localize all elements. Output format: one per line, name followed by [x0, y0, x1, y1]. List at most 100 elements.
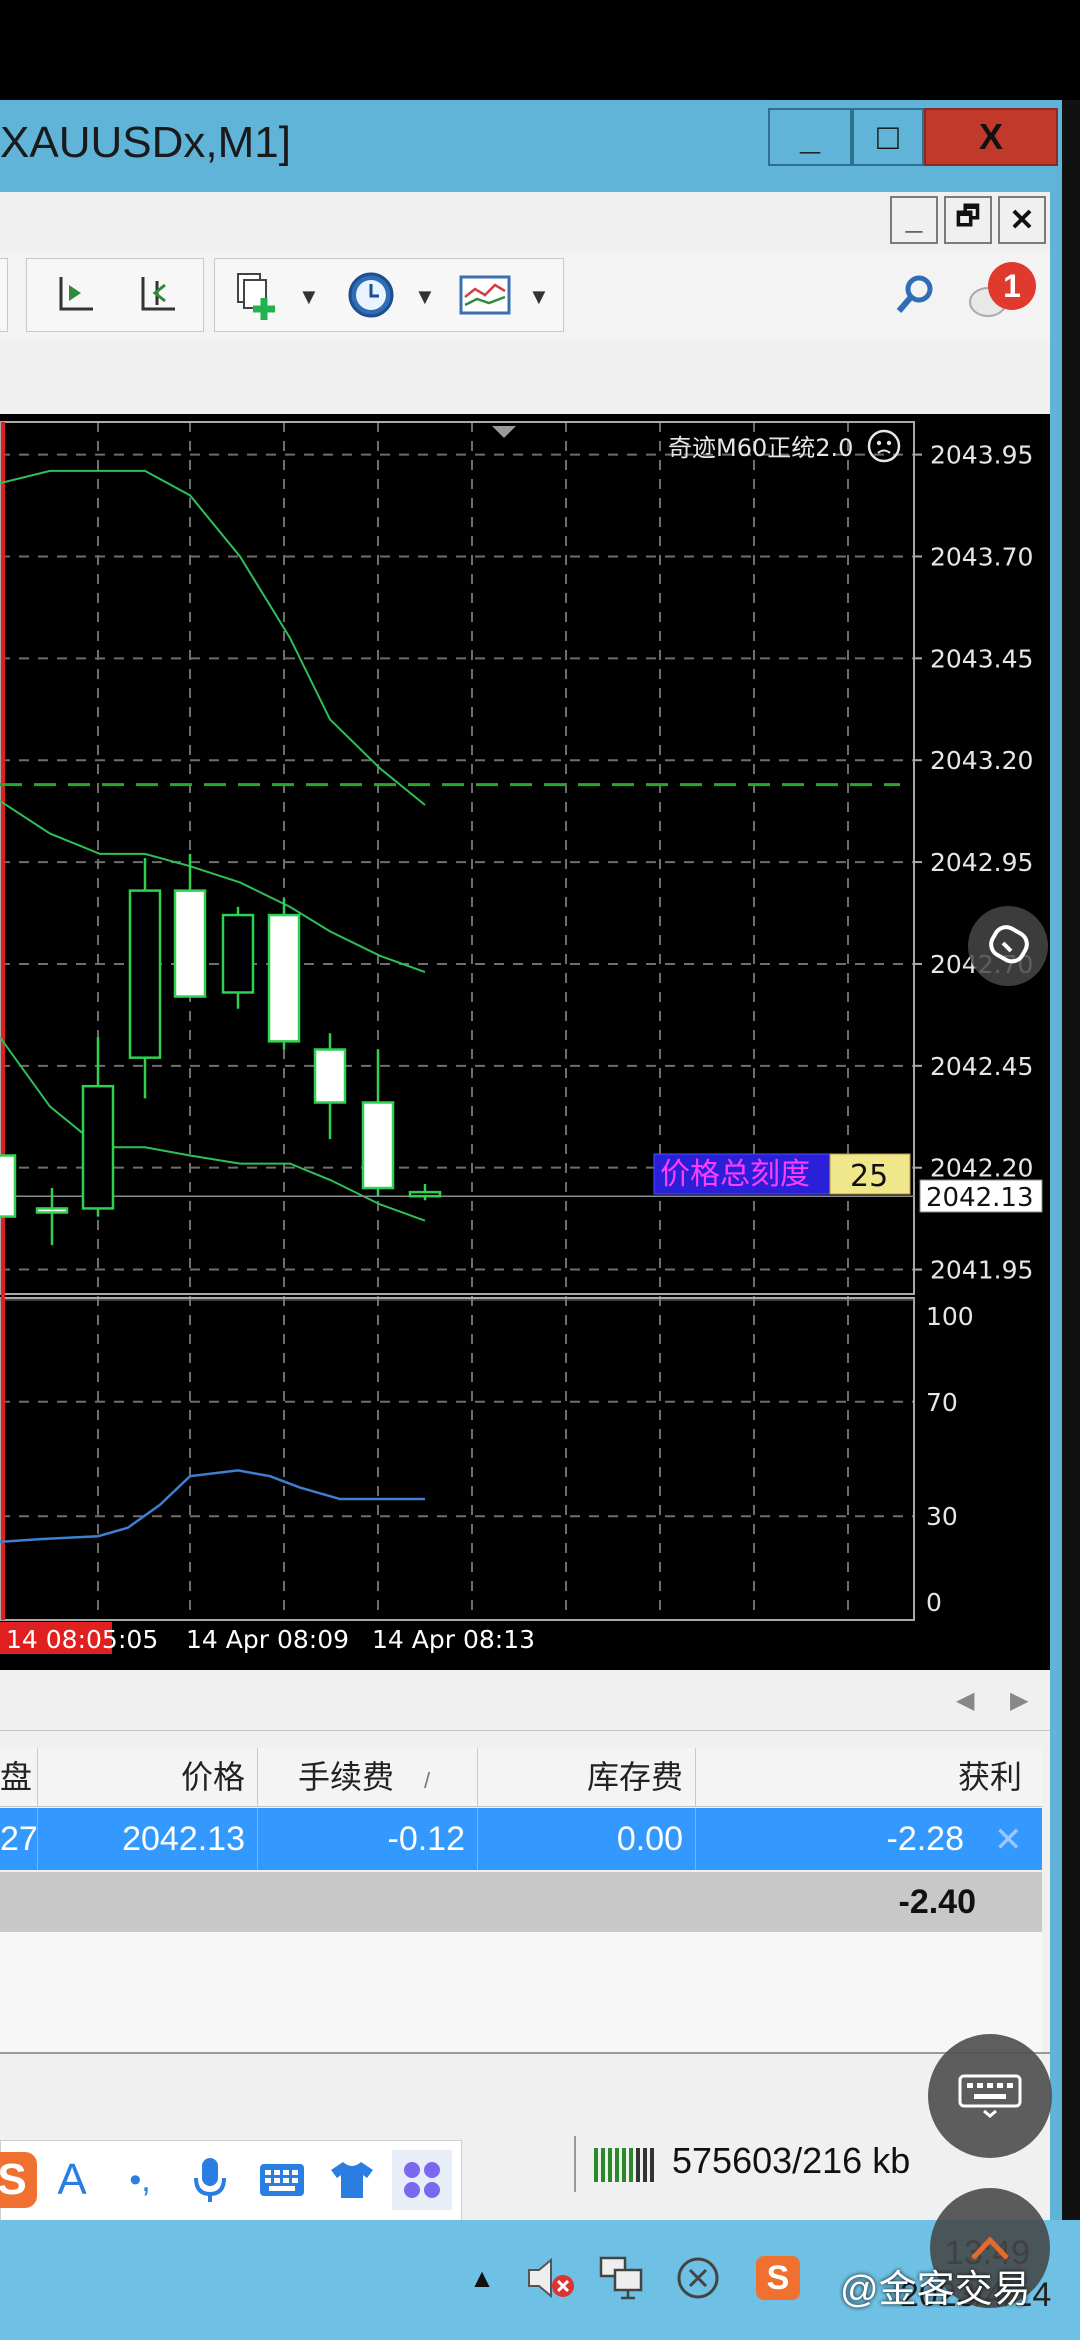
- price-scale-value: 25: [850, 1159, 888, 1194]
- ime-logo-icon[interactable]: S: [0, 2150, 42, 2210]
- time-label: 14 Apr 08:09: [186, 1625, 349, 1654]
- face-icon: [867, 429, 901, 463]
- price-tick-label: 2042.20: [930, 1154, 1033, 1183]
- close-button[interactable]: X: [924, 108, 1058, 166]
- price-tick-label: 2043.70: [930, 542, 1033, 571]
- oscillator-line: [0, 1469, 425, 1544]
- current-price-label: 2042.13: [926, 1183, 1034, 1213]
- candle: [408, 1183, 442, 1201]
- column-header-close-price[interactable]: 盘: [0, 1748, 38, 1806]
- candle: [173, 853, 207, 998]
- sort-indicator: /: [424, 1768, 431, 1793]
- chevron-down-icon[interactable]: ▼: [528, 284, 550, 310]
- keyboard-icon: [958, 2074, 1022, 2118]
- keyboard-icon[interactable]: [252, 2150, 312, 2210]
- indicator-label: 奇迹M60正统2.0: [668, 434, 853, 462]
- sogou-ime-tray-icon[interactable]: S: [752, 2252, 804, 2304]
- notifications-button[interactable]: 1: [966, 262, 1038, 324]
- candle: [0, 1154, 17, 1218]
- time-label: 14 Apr 08:13: [372, 1625, 535, 1654]
- ime-apps-icon[interactable]: [392, 2150, 452, 2210]
- network-icon[interactable]: [596, 2252, 648, 2304]
- cell-price: 2042.13: [38, 1808, 258, 1870]
- price-tick-label: 2042.95: [930, 848, 1033, 877]
- close-circle-icon[interactable]: [672, 2252, 724, 2304]
- cell-close-price: 27: [0, 1808, 38, 1870]
- oscillator-pane-border: [0, 1297, 915, 1621]
- assist-icon: [989, 925, 1029, 964]
- watermark: @金客交易: [840, 2269, 1031, 2311]
- maximize-icon: □: [877, 116, 899, 157]
- total-profit: -2.40: [898, 1883, 977, 1921]
- shift-marker: [492, 426, 516, 438]
- candles: [0, 853, 442, 1246]
- time-label: :05: [118, 1625, 158, 1654]
- price-axis: 2043.95 2043.70 2043.45 2043.20 2042.95 2042.…: [914, 441, 1033, 1285]
- chevron-down-icon[interactable]: ▼: [298, 284, 320, 310]
- price-scale-label: 价格总刻度: [660, 1157, 810, 1192]
- floating-keyboard-button[interactable]: [928, 2034, 1052, 2158]
- column-header-price[interactable]: 价格: [38, 1748, 258, 1806]
- clock-icon: [348, 272, 394, 318]
- price-tick-label: 2043.45: [930, 644, 1033, 673]
- minimize-button[interactable]: _: [768, 108, 852, 166]
- close-order-icon[interactable]: ✕: [994, 1820, 1023, 1860]
- templates-button[interactable]: [456, 266, 514, 324]
- chart-minimize-button[interactable]: _: [890, 196, 938, 244]
- floating-assist-button[interactable]: [968, 906, 1048, 986]
- chart-restore-button[interactable]: 🗗: [944, 196, 992, 244]
- chart-shift-icon: [141, 277, 175, 311]
- price-tick-label: 2041.95: [930, 1256, 1033, 1285]
- search-icon: [896, 275, 933, 313]
- chart-shift-button[interactable]: [128, 266, 186, 324]
- oscillator-tick-label: 30: [926, 1502, 958, 1531]
- chart-tab-bar: [0, 342, 1050, 415]
- price-tick-label: 2043.20: [930, 746, 1033, 775]
- column-header-commission[interactable]: 手续费 /: [258, 1748, 478, 1806]
- candle: [313, 1033, 347, 1140]
- add-indicator-icon: [237, 273, 275, 320]
- window-title: XAUUSDx,M1]: [0, 118, 291, 167]
- envelope-middle-line: [0, 800, 426, 974]
- connection-status-icon[interactable]: [592, 2144, 658, 2189]
- scroll-left-icon[interactable]: ◀: [956, 1686, 974, 1715]
- price-chart[interactable]: 2043.95 2043.70 2043.45 2043.20 2042.95 2042.…: [0, 414, 1050, 1670]
- chevron-down-icon[interactable]: ▼: [414, 284, 436, 310]
- close-icon: ✕: [1009, 203, 1035, 237]
- candle: [128, 858, 162, 1099]
- scroll-right-icon[interactable]: ▶: [1010, 1686, 1028, 1715]
- time-label: 14 08:05: [6, 1625, 118, 1654]
- chart-close-button[interactable]: ✕: [998, 196, 1046, 244]
- notification-badge: 1: [988, 262, 1036, 310]
- auto-scroll-button[interactable]: [46, 266, 104, 324]
- toolbar-group-edge: [0, 258, 8, 332]
- skin-shirt-icon[interactable]: [322, 2150, 382, 2210]
- show-hidden-icons-button[interactable]: ▲: [456, 2252, 508, 2304]
- column-header-profit[interactable]: 获利: [696, 1748, 1042, 1806]
- candle: [267, 898, 301, 1050]
- column-header-swap[interactable]: 库存费: [478, 1748, 696, 1806]
- auto-scroll-icon: [59, 277, 93, 311]
- cell-commission: -0.12: [258, 1808, 478, 1870]
- add-indicator-button[interactable]: [228, 266, 286, 324]
- ime-language-button[interactable]: A: [42, 2150, 102, 2210]
- candle: [81, 1037, 115, 1217]
- periods-button[interactable]: [342, 266, 400, 324]
- speaker-muted-icon[interactable]: [524, 2252, 576, 2304]
- envelope-lines: [0, 469, 426, 1222]
- ime-punctuation-button[interactable]: •,: [110, 2150, 170, 2210]
- envelope-upper-line: [0, 469, 426, 806]
- maximize-button[interactable]: □: [852, 108, 924, 166]
- oscillator-axis: 100 70 30 0: [926, 1302, 974, 1617]
- cell-swap: 0.00: [478, 1808, 696, 1870]
- microphone-icon[interactable]: [180, 2150, 240, 2210]
- candle: [361, 1049, 395, 1197]
- envelope-lower-line: [0, 1036, 426, 1222]
- candle: [221, 906, 255, 1009]
- oscillator-tick-label: 100: [926, 1302, 974, 1331]
- search-button[interactable]: [886, 266, 944, 324]
- restore-icon: 🗗: [955, 201, 981, 231]
- oscillator-tick-label: 0: [926, 1588, 942, 1617]
- close-icon: X: [978, 116, 1003, 157]
- terminal-scrollbar[interactable]: [0, 1670, 1050, 1731]
